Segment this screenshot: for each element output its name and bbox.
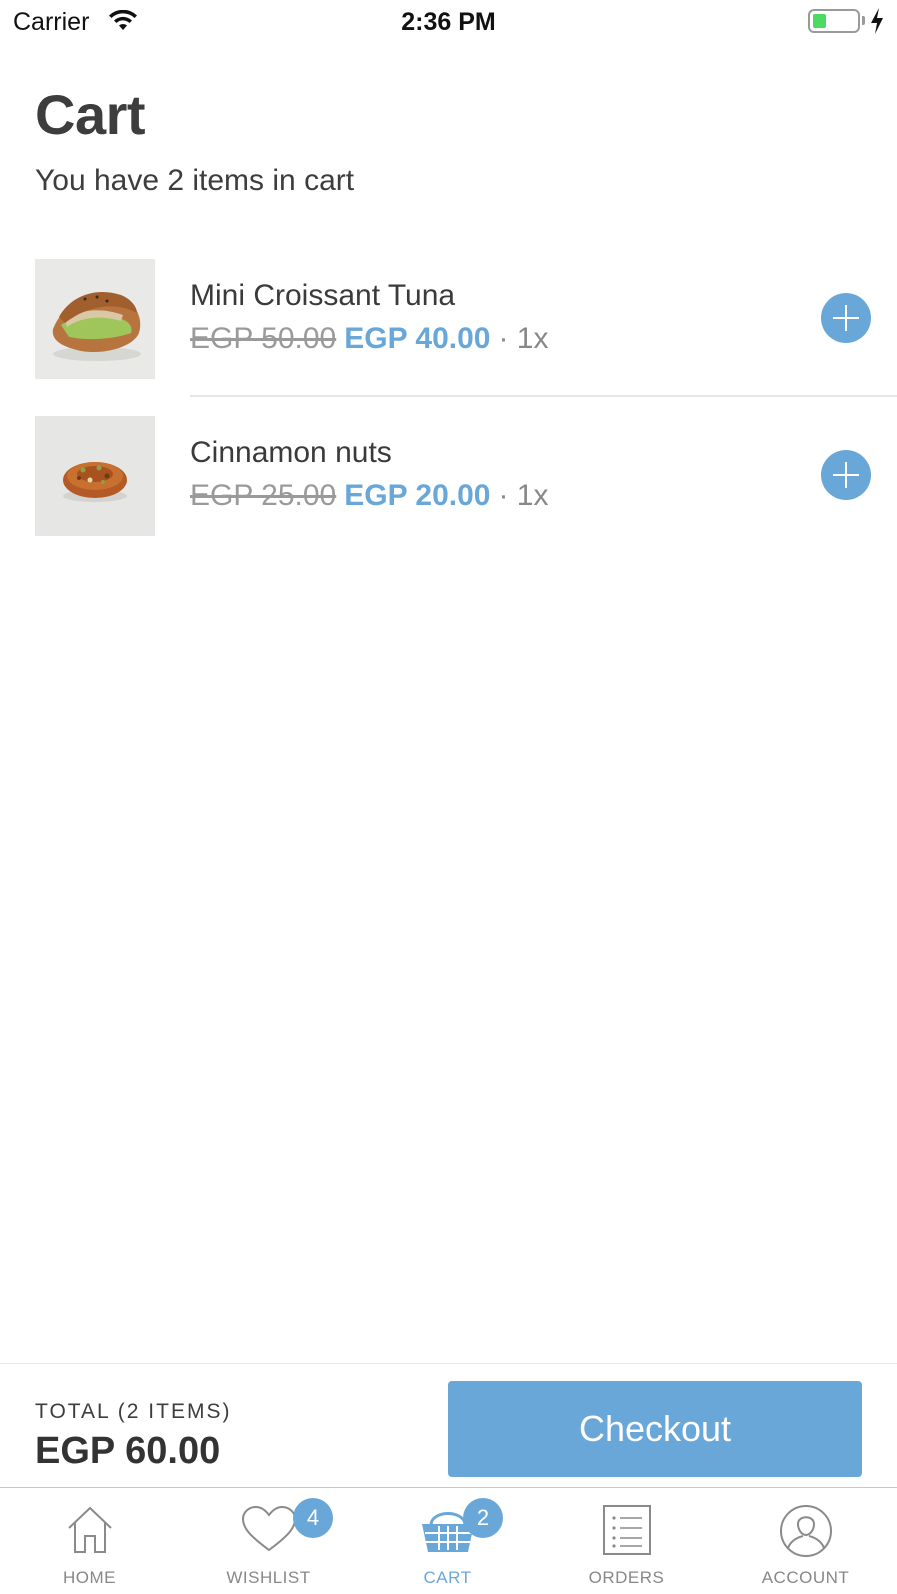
croissant-image xyxy=(35,259,155,379)
page-subtitle: You have 2 items in cart xyxy=(35,164,355,197)
tab-account[interactable]: ACCOUNT xyxy=(716,1488,895,1594)
tab-bar: HOME 4 WISHLIST 2 CART ORDERS ACCOUNT xyxy=(0,1487,897,1594)
checkout-button[interactable]: Checkout xyxy=(448,1381,862,1477)
cart-item[interactable]: Mini Croissant Tuna EGP 50.00 EGP 40.00 · … xyxy=(0,259,897,416)
battery-level xyxy=(813,14,826,28)
discounted-price: EGP 20.00 xyxy=(344,479,491,512)
heart-icon xyxy=(241,1505,296,1552)
wishlist-badge: 4 xyxy=(293,1498,333,1538)
tab-label: HOME xyxy=(63,1568,116,1587)
cart-badge: 2 xyxy=(463,1498,503,1538)
tab-cart[interactable]: 2 CART xyxy=(358,1488,537,1594)
tab-home[interactable]: HOME xyxy=(0,1488,179,1594)
item-quantity: · 1x xyxy=(498,479,549,512)
tab-orders[interactable]: ORDERS xyxy=(537,1488,716,1594)
user-icon xyxy=(779,1505,832,1557)
home-icon xyxy=(67,1506,112,1553)
increase-quantity-button[interactable] xyxy=(821,450,871,500)
price-line: EGP 25.00 EGP 20.00 · 1x xyxy=(190,479,548,513)
battery-tip xyxy=(862,16,865,25)
battery-icon xyxy=(808,9,860,33)
tab-label: WISHLIST xyxy=(226,1568,311,1587)
total-label: TOTAL (2 ITEMS) xyxy=(35,1400,232,1423)
charging-bolt-icon xyxy=(871,8,883,34)
discounted-price: EGP 40.00 xyxy=(344,322,491,355)
divider xyxy=(190,395,897,397)
item-name: Cinnamon nuts xyxy=(190,436,392,469)
status-bar: Carrier 2:36 PM xyxy=(0,0,897,44)
original-price: EGP 50.00 xyxy=(190,322,337,355)
cart-summary: TOTAL (2 ITEMS) EGP 60.00 Checkout xyxy=(0,1363,897,1487)
item-name: Mini Croissant Tuna xyxy=(190,279,456,312)
cinnamon-image xyxy=(35,416,155,536)
page-title: Cart xyxy=(35,83,146,146)
tab-label: ORDERS xyxy=(588,1568,665,1587)
original-price: EGP 25.00 xyxy=(190,479,337,512)
tab-label: CART xyxy=(423,1568,472,1587)
increase-quantity-button[interactable] xyxy=(821,293,871,343)
item-quantity: · 1x xyxy=(498,322,549,355)
cart-list: Mini Croissant Tuna EGP 50.00 EGP 40.00 · … xyxy=(0,259,897,573)
list-icon xyxy=(602,1505,651,1555)
cinnamon-pastry-photo[interactable] xyxy=(35,416,155,536)
clock: 2:36 PM xyxy=(401,8,496,36)
tab-label: ACCOUNT xyxy=(761,1568,850,1587)
total-value: EGP 60.00 xyxy=(35,1430,221,1472)
croissant-photo[interactable] xyxy=(35,259,155,379)
tab-wishlist[interactable]: 4 WISHLIST xyxy=(179,1488,358,1594)
price-line: EGP 50.00 EGP 40.00 · 1x xyxy=(190,322,548,356)
cart-item[interactable]: Cinnamon nuts EGP 25.00 EGP 20.00 · 1x xyxy=(0,416,897,573)
